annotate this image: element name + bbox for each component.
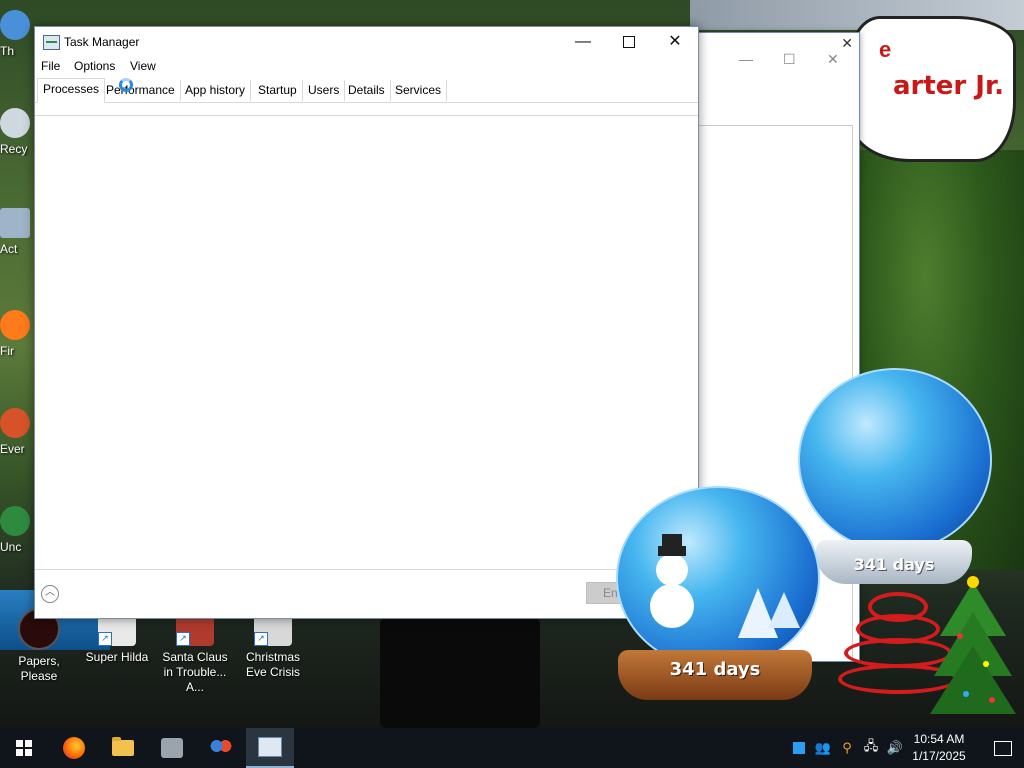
notification-icon — [994, 740, 1012, 756]
close-icon[interactable]: ✕ — [827, 51, 839, 68]
search-icon: ⚲ — [842, 740, 852, 755]
minimize-button[interactable]: — — [560, 27, 606, 57]
users-icon: 👥 — [814, 740, 832, 755]
recycle-bin-icon — [0, 108, 30, 138]
speech-bubble: e arter Jr. — [850, 16, 1016, 162]
menu-file[interactable]: File — [41, 59, 60, 73]
desktop-icon-recycle-bin[interactable]: Recy — [0, 108, 34, 156]
tray-app[interactable] — [788, 728, 810, 768]
desktop-icon-partial[interactable]: Act — [0, 208, 34, 256]
snow-globe-gadget[interactable] — [798, 368, 992, 552]
taskbar-file-explorer[interactable] — [99, 728, 147, 768]
close-icon[interactable]: ✕ — [841, 35, 853, 52]
app-icon — [0, 408, 30, 438]
app-icon — [0, 10, 30, 40]
snow-globe-base: 341 days — [618, 650, 812, 700]
tab-startup[interactable]: Startup — [253, 80, 303, 101]
christmas-tree-icon — [930, 576, 1016, 714]
snowman-icon — [650, 534, 800, 638]
task-manager-icon — [258, 737, 282, 757]
tab-users[interactable]: Users — [303, 80, 346, 101]
shortcut-arrow-icon: ↗ — [176, 632, 190, 646]
speech-bubble-text: arter Jr. — [893, 71, 1004, 101]
people-icon — [210, 738, 232, 758]
windows-logo-icon — [16, 740, 32, 756]
shortcut-arrow-icon: ↗ — [254, 632, 268, 646]
taskbar-clock[interactable]: 10:54 AM 1/17/2025 — [906, 731, 972, 765]
task-manager-window[interactable]: Task Manager — ✕ File Options View Proce… — [34, 26, 699, 619]
action-center-button[interactable] — [982, 728, 1024, 768]
taskbar-app[interactable] — [148, 728, 196, 768]
desktop-icon-partial[interactable]: Unc — [0, 506, 34, 554]
maximize-button[interactable] — [606, 27, 652, 57]
tab-app-history[interactable]: App history — [180, 80, 252, 101]
desktop-icon-papers-please[interactable]: Papers, Please — [0, 608, 78, 684]
app-icon — [0, 208, 30, 238]
close-icon: ✕ — [668, 33, 682, 50]
app-icon — [0, 506, 30, 536]
background-window-titlebar[interactable]: ✕ — ☐ ✕ — [691, 33, 859, 81]
maximize-icon — [623, 35, 635, 48]
footer: ︿ En — [35, 569, 698, 618]
task-manager-icon — [43, 35, 60, 50]
window-title: Task Manager — [64, 35, 140, 49]
network-icon: 🖧 — [863, 738, 879, 753]
background-silhouette — [380, 618, 540, 728]
taskbar: 👥 ⚲ 🖧 🔊 10:54 AM 1/17/2025 — [0, 728, 1024, 768]
tab-performance[interactable]: Performance — [101, 80, 181, 101]
minimize-icon: — — [575, 33, 591, 50]
busy-cursor-icon — [119, 78, 133, 92]
desktop-icon-santa-claus[interactable]: ↗ Santa Claus in Trouble... A... — [156, 608, 234, 695]
title-bar[interactable]: Task Manager — ✕ — [35, 27, 698, 57]
tray-volume[interactable]: 🔊 — [884, 728, 906, 768]
fewer-details-icon[interactable]: ︿ — [41, 585, 59, 603]
blue-square-icon — [793, 742, 805, 754]
desktop-icon-partial[interactable]: Th — [0, 10, 34, 58]
taskbar-people-app[interactable] — [197, 728, 245, 768]
folder-icon — [112, 737, 134, 756]
tray-network[interactable]: 🖧 — [860, 728, 882, 768]
taskbar-firefox[interactable] — [50, 728, 98, 768]
start-button[interactable] — [0, 728, 48, 768]
tab-services[interactable]: Services — [390, 80, 448, 101]
app-icon — [161, 738, 183, 758]
volume-icon: 🔊 — [886, 740, 904, 755]
desktop-icon-partial[interactable]: Ever — [0, 408, 34, 456]
tray-search[interactable]: ⚲ — [836, 728, 858, 768]
processes-list[interactable] — [35, 115, 698, 570]
speech-bubble-text-top: e — [879, 37, 892, 62]
menu-bar: File Options View — [35, 57, 698, 77]
firefox-icon — [63, 737, 85, 759]
close-button[interactable]: ✕ — [652, 27, 698, 57]
shortcut-arrow-icon: ↗ — [98, 632, 112, 646]
minimize-icon[interactable]: — — [739, 51, 753, 67]
firefox-icon — [0, 310, 30, 340]
menu-options[interactable]: Options — [74, 59, 115, 73]
menu-view[interactable]: View — [130, 59, 156, 73]
tab-processes[interactable]: Processes — [37, 78, 106, 103]
tab-details[interactable]: Details — [343, 80, 391, 101]
maximize-icon[interactable]: ☐ — [783, 51, 796, 68]
snow-globe-gadget[interactable] — [616, 486, 820, 670]
tray-network-user[interactable]: 👥 — [812, 728, 834, 768]
desktop-icon-firefox[interactable]: Fir — [0, 310, 34, 358]
clock-date: 1/17/2025 — [912, 749, 966, 763]
tab-strip: Processes Performance App history Startu… — [35, 77, 698, 103]
taskbar-task-manager[interactable] — [246, 728, 294, 768]
clock-time: 10:54 AM — [913, 732, 965, 746]
